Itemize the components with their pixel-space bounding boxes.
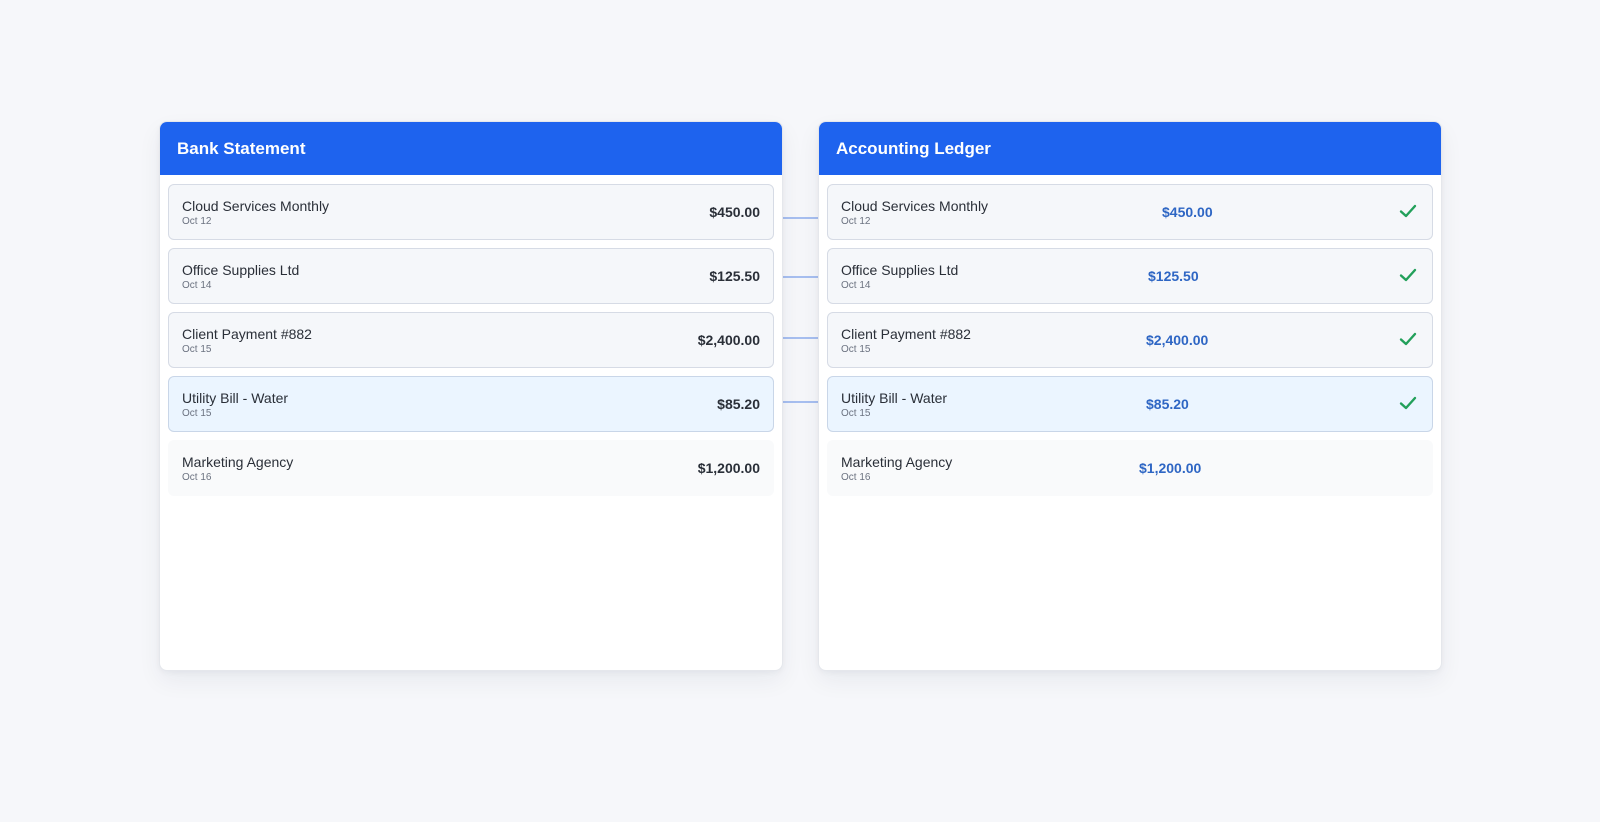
- bank-statement-title: Bank Statement: [177, 138, 306, 158]
- transaction-amount: $450.00: [709, 204, 760, 220]
- bank-statement-list: Cloud Services Monthly Oct 12 $450.00 Of…: [168, 184, 774, 504]
- ledger-row-marketing-agency[interactable]: Marketing Agency Oct 16 $1,200.00: [827, 440, 1433, 496]
- bank-statement-panel: Bank Statement Cloud Services Monthly Oc…: [159, 121, 783, 671]
- accounting-ledger-panel: Accounting Ledger Cloud Services Monthly…: [818, 121, 1442, 671]
- accounting-ledger-list: Cloud Services Monthly Oct 12 $450.00 Of…: [827, 184, 1433, 504]
- entry-date: Oct 14: [841, 280, 871, 291]
- ledger-row-cloud-services[interactable]: Cloud Services Monthly Oct 12 $450.00: [827, 184, 1433, 240]
- ledger-row-utility-bill[interactable]: Utility Bill - Water Oct 15 $85.20: [827, 376, 1433, 432]
- check-icon: [1399, 268, 1417, 282]
- ledger-row-client-payment[interactable]: Client Payment #882 Oct 15 $2,400.00: [827, 312, 1433, 368]
- transaction-amount: $1,200.00: [697, 460, 760, 476]
- entry-date: Oct 12: [841, 216, 871, 227]
- check-icon: [1399, 396, 1417, 410]
- bank-statement-header: Bank Statement: [160, 122, 782, 175]
- bank-row-office-supplies[interactable]: Office Supplies Ltd Oct 14 $125.50: [168, 248, 774, 304]
- bank-row-client-payment[interactable]: Client Payment #882 Oct 15 $2,400.00: [168, 312, 774, 368]
- transaction-name: Client Payment #882: [182, 326, 312, 342]
- transaction-date: Oct 14: [182, 280, 212, 291]
- transaction-date: Oct 16: [182, 472, 212, 483]
- transaction-amount: $125.50: [709, 268, 760, 284]
- entry-name: Office Supplies Ltd: [841, 262, 959, 278]
- transaction-date: Oct 12: [182, 216, 212, 227]
- check-icon: [1399, 204, 1417, 218]
- accounting-ledger-header: Accounting Ledger: [819, 122, 1441, 175]
- entry-date: Oct 16: [841, 472, 871, 483]
- check-icon: [1399, 332, 1417, 346]
- entry-name: Client Payment #882: [841, 326, 971, 342]
- entry-amount: $125.50: [1148, 268, 1199, 284]
- bank-row-marketing-agency[interactable]: Marketing Agency Oct 16 $1,200.00: [168, 440, 774, 496]
- accounting-ledger-title: Accounting Ledger: [836, 138, 991, 158]
- entry-name: Utility Bill - Water: [841, 390, 948, 406]
- transaction-amount: $85.20: [717, 396, 760, 412]
- transaction-name: Cloud Services Monthly: [182, 198, 330, 214]
- transaction-amount: $2,400.00: [697, 332, 760, 348]
- transaction-name: Marketing Agency: [182, 454, 294, 470]
- entry-date: Oct 15: [841, 344, 871, 355]
- entry-amount: $1,200.00: [1139, 460, 1202, 476]
- transaction-name: Utility Bill - Water: [182, 390, 289, 406]
- entry-date: Oct 15: [841, 408, 871, 419]
- entry-amount: $2,400.00: [1146, 332, 1209, 348]
- entry-amount: $85.20: [1146, 396, 1189, 412]
- transaction-date: Oct 15: [182, 344, 212, 355]
- entry-name: Cloud Services Monthly: [841, 198, 989, 214]
- transaction-date: Oct 15: [182, 408, 212, 419]
- entry-amount: $450.00: [1162, 204, 1213, 220]
- transaction-name: Office Supplies Ltd: [182, 262, 300, 278]
- entry-name: Marketing Agency: [841, 454, 953, 470]
- bank-row-utility-bill[interactable]: Utility Bill - Water Oct 15 $85.20: [168, 376, 774, 432]
- ledger-row-office-supplies[interactable]: Office Supplies Ltd Oct 14 $125.50: [827, 248, 1433, 304]
- bank-row-cloud-services[interactable]: Cloud Services Monthly Oct 12 $450.00: [168, 184, 774, 240]
